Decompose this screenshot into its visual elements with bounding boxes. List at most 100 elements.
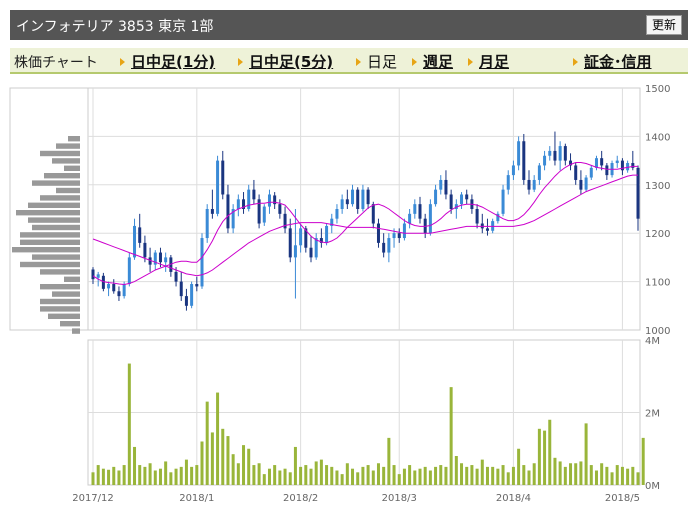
volume-bar — [537, 428, 541, 485]
candle — [428, 199, 432, 236]
price-profile-bar — [20, 261, 80, 268]
candle-body — [252, 189, 256, 200]
volume-bar — [267, 468, 271, 485]
candle-body — [101, 275, 105, 289]
volume-bar — [190, 466, 194, 485]
volume-bar — [314, 461, 318, 485]
volume-bar — [293, 446, 297, 485]
candle-body — [418, 204, 422, 219]
candle-body — [335, 209, 339, 219]
volume-bar — [610, 472, 614, 485]
price-tick-label: 1200 — [645, 229, 670, 240]
candle-body — [600, 158, 604, 166]
volume-bar — [299, 466, 303, 485]
price-profile-bar — [48, 313, 80, 319]
candle — [584, 175, 588, 193]
candle-body — [475, 209, 479, 224]
candle-body — [366, 189, 370, 205]
candle-body — [563, 146, 567, 161]
volume-bar — [532, 463, 536, 485]
volume-bar — [169, 472, 173, 485]
price-profile-bar — [40, 284, 80, 290]
volume-bar — [179, 466, 183, 485]
candle-body — [158, 252, 162, 263]
candle-body — [553, 150, 557, 161]
volume-bar — [454, 456, 458, 485]
price-tick-label: 1100 — [645, 278, 670, 289]
volume-bar — [517, 448, 521, 485]
price-tick-label: 1400 — [645, 132, 670, 143]
candle-body — [112, 284, 116, 292]
volume-bar — [366, 465, 370, 485]
volume-bar — [184, 459, 188, 485]
volume-bar — [278, 470, 282, 485]
volume-bar — [439, 465, 443, 485]
volume-bar — [117, 470, 121, 485]
volume-bar — [174, 468, 178, 485]
price-profile-bar — [32, 180, 80, 186]
volume-bar — [107, 469, 111, 485]
volume-bar — [288, 472, 292, 485]
volume-bar — [257, 463, 261, 485]
candle — [216, 155, 220, 217]
candle-body — [434, 189, 438, 205]
candle-body — [402, 223, 406, 239]
volume-bar — [506, 472, 510, 485]
price-tick-label: 1500 — [645, 84, 670, 95]
volume-bar — [112, 466, 116, 485]
candle — [190, 281, 194, 309]
volume-bar — [351, 468, 355, 485]
price-profile-bar — [20, 232, 80, 238]
volume-bar — [158, 468, 162, 485]
candle-body — [594, 158, 598, 168]
candle-body — [195, 284, 199, 287]
volume-bar — [491, 466, 495, 485]
candle-body — [133, 225, 137, 258]
volume-bar — [356, 472, 360, 485]
volume-bar — [475, 468, 479, 485]
volume-bar — [434, 466, 438, 485]
price-profile-bar — [64, 165, 80, 171]
candle — [127, 252, 131, 287]
candle-body — [626, 163, 630, 171]
volume-bar — [143, 466, 147, 485]
volume-bar — [615, 465, 619, 485]
candle-body — [247, 189, 251, 209]
volume-bar — [221, 428, 225, 485]
volume-bar — [470, 465, 474, 485]
volume-bar — [283, 468, 287, 485]
volume-bar — [122, 465, 126, 485]
candle-body — [221, 160, 225, 195]
candle-body — [314, 238, 318, 258]
price-profile-bar — [28, 217, 80, 223]
volume-bar — [335, 470, 339, 485]
price-profile-bar — [56, 143, 80, 149]
candle-body — [127, 257, 131, 285]
candle-body — [143, 242, 147, 258]
candle-body — [278, 204, 282, 214]
candle-body — [309, 247, 313, 258]
volume-bar — [413, 470, 417, 485]
volume-bar — [569, 463, 573, 485]
candle-body — [506, 175, 510, 190]
candle-body — [397, 233, 401, 239]
volume-bar — [205, 401, 209, 485]
date-tick-label: 2018/5 — [605, 493, 640, 504]
candle-body — [371, 204, 375, 224]
volume-bar — [376, 463, 380, 485]
volume-bar — [626, 468, 630, 485]
candle-body — [190, 284, 194, 306]
volume-bar — [382, 466, 386, 485]
candle-body — [299, 228, 303, 246]
volume-bar — [496, 468, 500, 485]
candle-body — [216, 160, 220, 214]
volume-bar — [402, 468, 406, 485]
candle-body — [325, 225, 329, 243]
candle-body — [351, 189, 355, 205]
volume-bar — [605, 466, 609, 485]
volume-bar — [408, 465, 412, 485]
volume-bar — [511, 466, 515, 485]
price-profile-bar — [16, 210, 80, 216]
volume-bar — [216, 392, 220, 485]
price-profile-bar — [32, 254, 80, 260]
